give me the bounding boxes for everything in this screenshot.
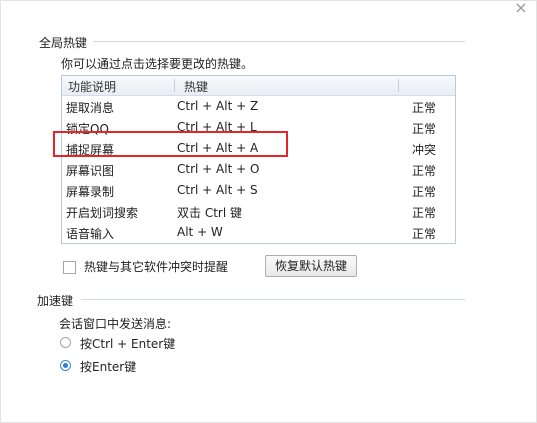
hotkey-function-name: 语音输入 [66,227,115,241]
section-divider [81,299,465,300]
radio-ctrl-enter[interactable] [60,337,71,348]
radio-enter-label[interactable]: 按Enter键 [80,358,136,375]
hotkey-status: 正常 [412,101,437,115]
conflict-alert-label[interactable]: 热键与其它软件冲突时提醒 [84,258,228,275]
hotkey-status: 正常 [412,185,437,199]
restore-default-hotkeys-button[interactable]: 恢复默认热键 [265,255,357,277]
hotkey-status: 正常 [412,122,437,136]
conflict-highlight-box [53,131,288,157]
send-message-label: 会话窗口中发送消息: [59,317,172,331]
section-divider [93,41,465,42]
table-row[interactable]: 屏幕录制 Ctrl + Alt + S 正常 [62,180,455,201]
hotkey-function-name: 提取消息 [66,101,115,115]
table-header: 功能说明 热键 [62,76,455,96]
hotkey-status: 正常 [412,206,437,220]
hotkey-table: 功能说明 热键 提取消息 Ctrl + Alt + Z 正常 锁定QQ Ctrl… [61,75,456,244]
close-icon[interactable]: × [514,0,528,16]
hotkey-status: 正常 [412,164,437,178]
hotkey-function-name: 开启划词搜索 [66,206,139,220]
hotkey-function-name: 屏幕识图 [66,164,115,178]
table-row[interactable]: 语音输入 Alt + W 正常 [62,222,455,243]
column-separator [398,79,399,92]
global-hotkeys-title: 全局热键 [39,36,88,50]
table-row[interactable]: 提取消息 Ctrl + Alt + Z 正常 [62,96,455,117]
column-header-function[interactable]: 功能说明 [68,78,116,95]
table-row[interactable]: 屏幕识图 Ctrl + Alt + O 正常 [62,159,455,180]
hotkey-description: 你可以通过点击选择要更改的热键。 [61,57,254,71]
hotkey-value: Ctrl + Alt + O [177,162,260,176]
hotkey-status: 冲突 [412,143,437,157]
column-separator [174,79,175,92]
hotkey-value: Ctrl + Alt + Z [177,99,259,113]
hotkey-value: Ctrl + Alt + S [177,183,258,197]
hotkey-value: Alt + W [177,225,223,239]
hotkey-function-name: 屏幕录制 [66,185,115,199]
column-header-hotkey[interactable]: 热键 [184,78,208,95]
accelerator-title: 加速键 [37,294,74,308]
hotkey-settings-dialog: × 全局热键 你可以通过点击选择要更改的热键。 功能说明 热键 提取消息 Ctr… [0,0,537,423]
table-row[interactable]: 开启划词搜索 双击 Ctrl 键 正常 [62,201,455,222]
hotkey-value: 双击 Ctrl 键 [177,206,242,220]
radio-ctrl-enter-label[interactable]: 按Ctrl + Enter键 [80,335,175,352]
conflict-alert-checkbox[interactable] [63,261,76,274]
hotkey-status: 正常 [412,227,437,241]
radio-enter[interactable] [60,360,71,371]
